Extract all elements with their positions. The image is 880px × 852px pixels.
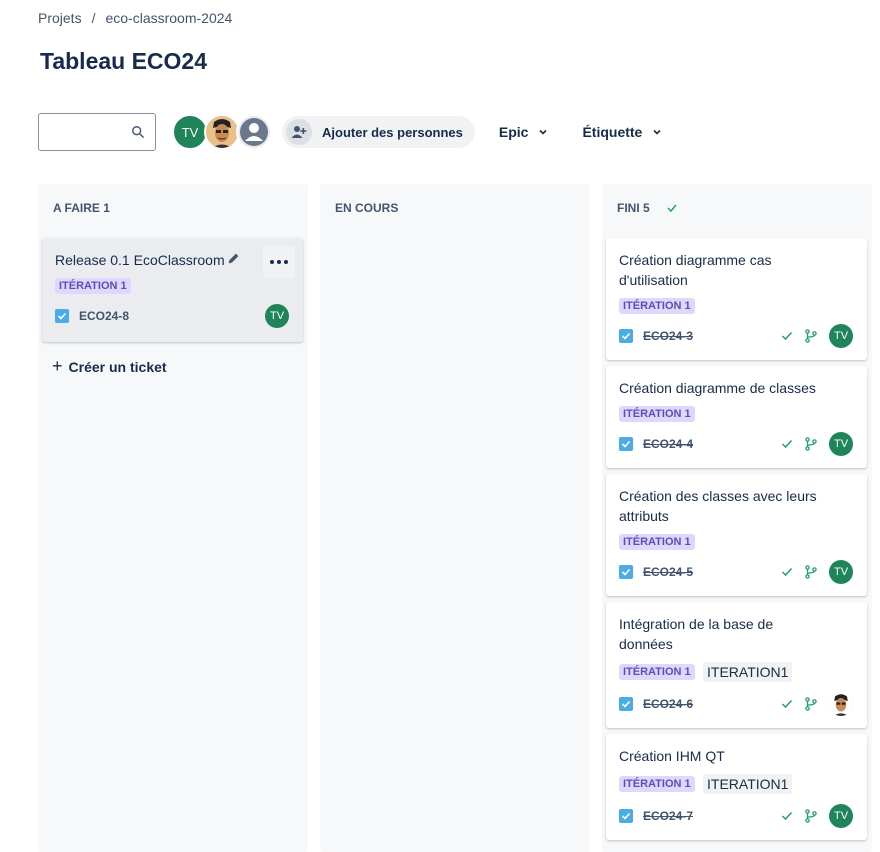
- chevron-down-icon: [653, 129, 661, 135]
- breadcrumb: Projets / eco-classroom-2024: [38, 10, 232, 26]
- branch-icon[interactable]: [804, 565, 818, 579]
- done-check-icon: [781, 439, 793, 449]
- column-header-in-progress: EN COURS: [335, 201, 399, 215]
- add-people-label: Ajouter des personnes: [322, 124, 463, 140]
- column-header-done: FINI 5: [617, 201, 678, 215]
- issue-key[interactable]: ECO24-7: [643, 809, 693, 823]
- add-people-button[interactable]: Ajouter des personnes: [282, 116, 475, 148]
- avatar-unassigned[interactable]: [236, 114, 272, 150]
- branch-icon[interactable]: [804, 329, 818, 343]
- issue-key[interactable]: ECO24-5: [643, 565, 693, 579]
- task-checkbox-icon: [619, 437, 633, 451]
- epic-filter-label: Epic: [498, 124, 529, 140]
- card-title: Création diagramme cas d'utilisation: [619, 252, 772, 288]
- card-title: Création IHM QT: [619, 748, 725, 764]
- issue-key[interactable]: ECO24-4: [643, 437, 693, 451]
- column-header-done-label: FINI 5: [617, 201, 650, 215]
- branch-icon[interactable]: [804, 437, 818, 451]
- task-checkbox-icon: [619, 809, 633, 823]
- card-eco24-5[interactable]: Création des classes avec leurs attribut…: [606, 474, 867, 596]
- task-checkbox-icon: [619, 697, 633, 711]
- assignee-avatar[interactable]: [829, 692, 853, 716]
- user-portrait-icon: [206, 116, 238, 148]
- assignee-avatar[interactable]: TV: [829, 432, 853, 456]
- card-eco24-7[interactable]: Création IHM QT ITÉRATION 1 ITERATION1 E…: [606, 734, 867, 840]
- edit-pencil-icon[interactable]: [227, 252, 240, 265]
- done-check-icon: [781, 331, 793, 341]
- card-eco24-8[interactable]: Release 0.1 EcoClassroom ITÉRATION 1 ECO…: [42, 238, 303, 342]
- task-checkbox-icon: [619, 565, 633, 579]
- card-eco24-3[interactable]: Création diagramme cas d'utilisation ITÉ…: [606, 238, 867, 360]
- create-ticket-button[interactable]: + Créer un ticket: [52, 356, 167, 377]
- search-input[interactable]: [47, 115, 141, 151]
- more-horizontal-icon: [270, 260, 288, 264]
- task-checkbox-icon: [55, 309, 69, 323]
- issue-key[interactable]: ECO24-6: [643, 697, 693, 711]
- iteration-lozenge[interactable]: ITÉRATION 1: [619, 776, 695, 792]
- done-check-icon: [781, 567, 793, 577]
- assignee-avatar[interactable]: TV: [829, 804, 853, 828]
- issue-key[interactable]: ECO24-3: [643, 329, 693, 343]
- card-title: Création des classes avec leurs attribut…: [619, 488, 817, 524]
- iteration-lozenge[interactable]: ITÉRATION 1: [619, 664, 695, 680]
- search-icon[interactable]: [131, 125, 145, 139]
- user-icon: [240, 118, 268, 146]
- assignee-avatar[interactable]: TV: [265, 304, 289, 328]
- assignee-avatar[interactable]: TV: [829, 324, 853, 348]
- issue-key[interactable]: ECO24-8: [79, 309, 129, 323]
- label-filter-dropdown[interactable]: Étiquette: [582, 124, 662, 140]
- card-more-actions-button[interactable]: [263, 246, 295, 278]
- label-tag[interactable]: ITERATION1: [703, 774, 793, 794]
- card-eco24-6[interactable]: Intégration de la base de données ITÉRAT…: [606, 602, 867, 728]
- breadcrumb-project-link[interactable]: eco-classroom-2024: [105, 10, 232, 26]
- branch-icon[interactable]: [804, 697, 818, 711]
- column-header-todo: A FAIRE 1: [53, 201, 110, 215]
- breadcrumb-projects-link[interactable]: Projets: [38, 10, 82, 26]
- chevron-down-icon: [539, 129, 548, 135]
- check-icon: [667, 204, 677, 213]
- iteration-lozenge[interactable]: ITÉRATION 1: [619, 406, 695, 422]
- task-checkbox-icon: [619, 329, 633, 343]
- search-box: [38, 113, 156, 151]
- label-tag[interactable]: ITERATION1: [703, 662, 793, 682]
- column-done: FINI 5 Création diagramme cas d'utilisat…: [602, 184, 872, 852]
- add-person-icon: [286, 119, 312, 145]
- label-filter-label: Étiquette: [582, 124, 643, 140]
- plus-icon: +: [52, 356, 63, 376]
- column-in-progress: EN COURS: [320, 184, 590, 852]
- card-title: Release 0.1 EcoClassroom: [55, 252, 225, 268]
- assignee-avatar[interactable]: TV: [829, 560, 853, 584]
- board-toolbar: TV Ajouter des personnes Epic Étiquette: [38, 112, 662, 152]
- card-eco24-4[interactable]: Création diagramme de classes ITÉRATION …: [606, 366, 867, 468]
- page-title: Tableau ECO24: [40, 48, 208, 74]
- iteration-lozenge[interactable]: ITÉRATION 1: [55, 278, 131, 294]
- done-check-icon: [781, 699, 793, 709]
- done-check-icon: [781, 811, 793, 821]
- iteration-lozenge[interactable]: ITÉRATION 1: [619, 534, 695, 550]
- breadcrumb-separator: /: [91, 10, 96, 26]
- column-todo: A FAIRE 1 Release 0.1 EcoClassroom ITÉRA…: [38, 184, 308, 852]
- iteration-lozenge[interactable]: ITÉRATION 1: [619, 298, 695, 314]
- avatar-group: TV: [172, 114, 272, 150]
- epic-filter-dropdown[interactable]: Epic: [499, 124, 549, 140]
- card-title: Intégration de la base de données: [619, 616, 774, 652]
- avatar-photo[interactable]: [204, 114, 240, 150]
- avatar-tv[interactable]: TV: [172, 114, 208, 150]
- user-portrait-icon: [829, 692, 853, 716]
- branch-icon[interactable]: [804, 809, 818, 823]
- create-ticket-label: Créer un ticket: [68, 358, 167, 375]
- card-title: Création diagramme de classes: [619, 380, 816, 396]
